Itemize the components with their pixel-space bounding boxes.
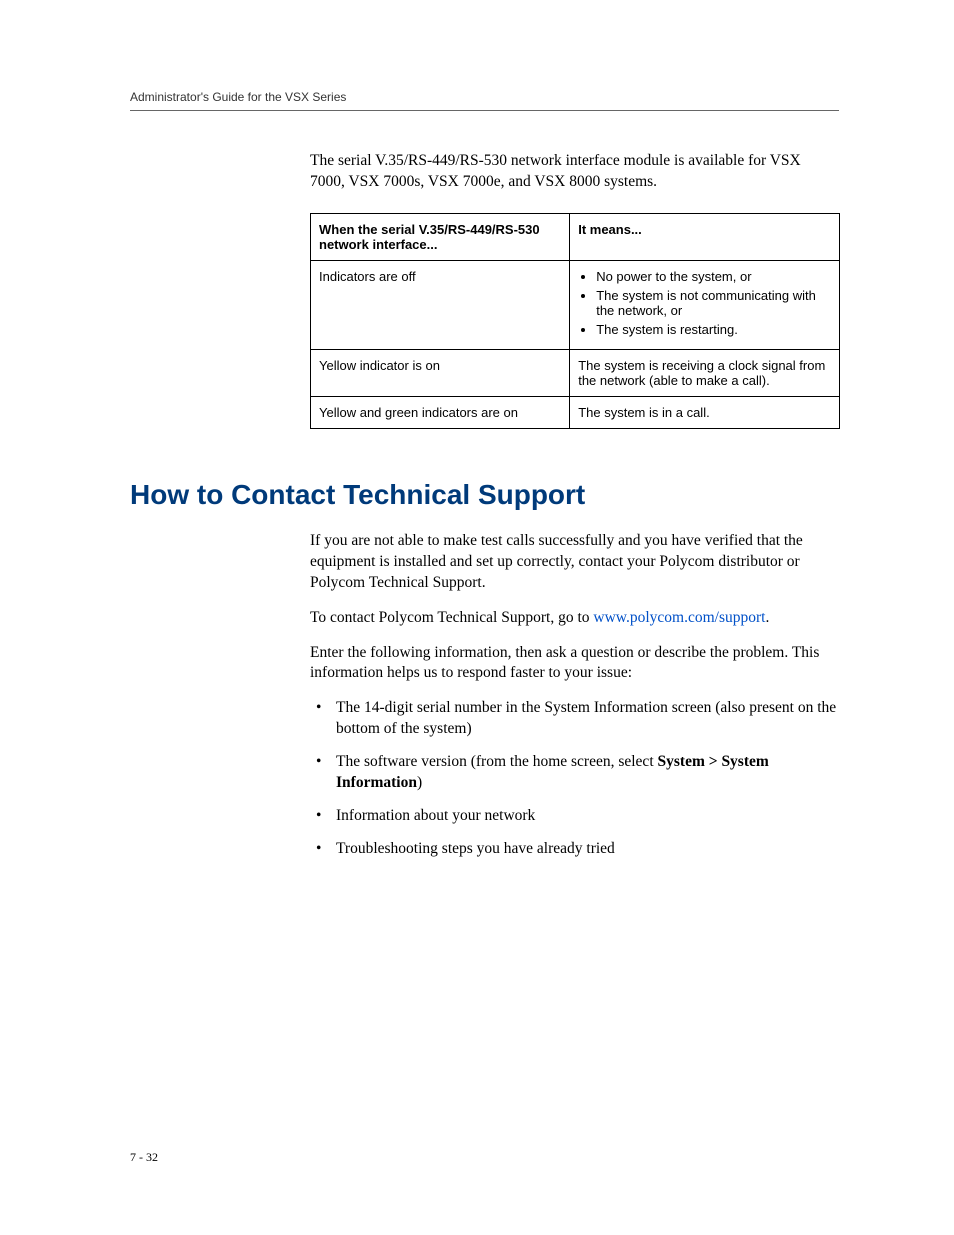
cell-condition: Yellow indicator is on [311,349,570,396]
text-span: The 14-digit serial number in the System… [336,699,836,737]
page-number: 7 - 32 [130,1150,158,1165]
text-span: Troubleshooting steps you have already t… [336,840,615,857]
text-span: To contact Polycom Technical Support, go… [310,609,593,626]
support-link[interactable]: www.polycom.com/support [593,609,765,626]
list-item: The 14-digit serial number in the System… [310,698,839,740]
table-row: Indicators are off No power to the syste… [311,260,840,349]
list-item: No power to the system, or [596,269,831,284]
list-item: The software version (from the home scre… [310,752,839,794]
section-heading: How to Contact Technical Support [130,479,839,511]
table-head-right: It means... [570,213,840,260]
section-paragraph-3: Enter the following information, then as… [310,643,839,685]
intro-paragraph: The serial V.35/RS-449/RS-530 network in… [310,151,839,193]
table-row: Yellow and green indicators are on The s… [311,396,840,428]
table-row: Yellow indicator is on The system is rec… [311,349,840,396]
list-item: The system is restarting. [596,322,831,337]
cell-condition: Yellow and green indicators are on [311,396,570,428]
text-span: . [765,609,769,626]
indicator-table: When the serial V.35/RS-449/RS-530 netwo… [310,213,840,429]
cell-condition: Indicators are off [311,260,570,349]
bullet-list: The 14-digit serial number in the System… [310,698,839,860]
list-item: Information about your network [310,806,839,827]
section-paragraph-1: If you are not able to make test calls s… [310,531,839,594]
text-span: ) [417,774,422,791]
table-head-left: When the serial V.35/RS-449/RS-530 netwo… [311,213,570,260]
section-paragraph-2: To contact Polycom Technical Support, go… [310,608,839,629]
list-item: Troubleshooting steps you have already t… [310,839,839,860]
text-span: The software version (from the home scre… [336,753,658,770]
cell-meaning: No power to the system, or The system is… [570,260,840,349]
list-item: The system is not communicating with the… [596,288,831,318]
text-span: Information about your network [336,807,535,824]
cell-meaning: The system is receiving a clock signal f… [570,349,840,396]
running-header: Administrator's Guide for the VSX Series [130,90,839,111]
cell-meaning: The system is in a call. [570,396,840,428]
